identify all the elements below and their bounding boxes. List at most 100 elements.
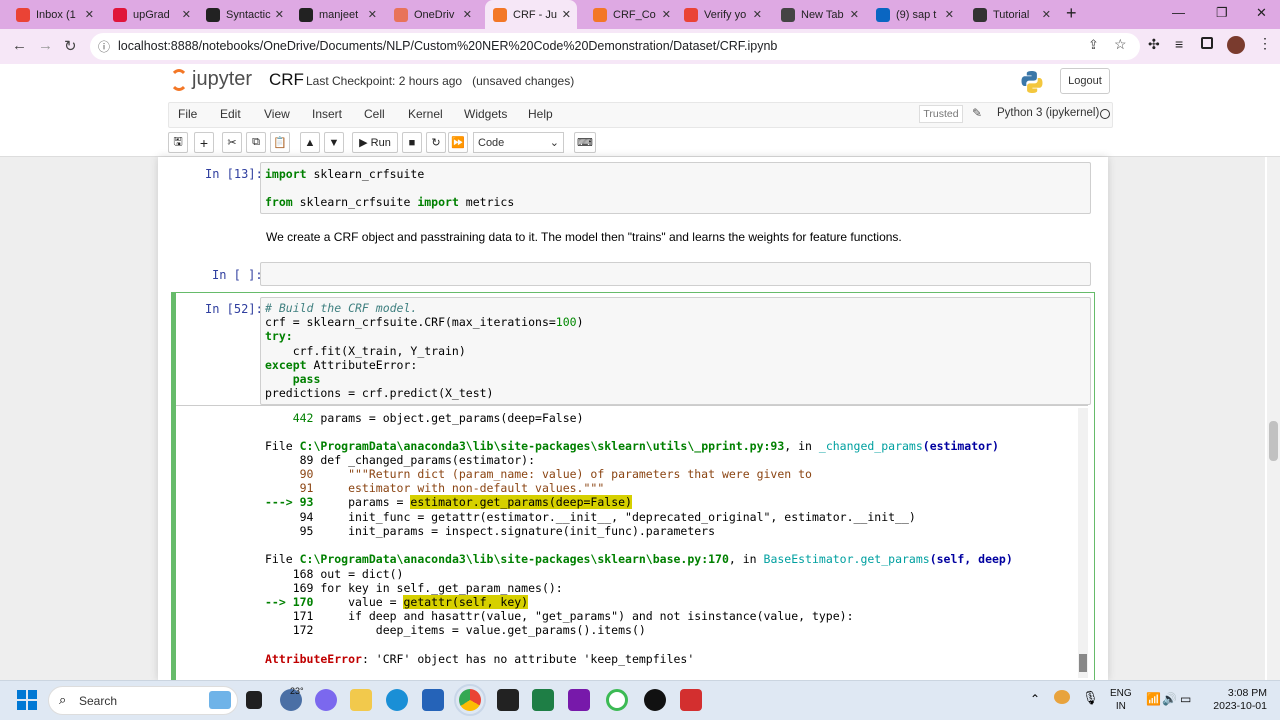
save-button[interactable]: 🖫 <box>168 132 188 153</box>
terminal-icon[interactable] <box>497 689 519 711</box>
copy-button[interactable]: ⧉ <box>246 132 266 153</box>
output-scrollbar[interactable] <box>1078 408 1088 678</box>
show-hidden-icons[interactable]: ⌃ <box>1030 692 1040 706</box>
edit-pencil-icon[interactable]: ✎ <box>972 106 982 120</box>
site-info-icon[interactable]: ⓘ <box>98 38 110 55</box>
browser-tab[interactable]: OneDriv ✕ <box>386 0 478 29</box>
store-icon[interactable] <box>422 689 444 711</box>
side-panel-icon[interactable] <box>1201 37 1213 49</box>
teams-chat-icon[interactable] <box>315 689 337 711</box>
interrupt-button[interactable]: ■ <box>402 132 422 153</box>
paste-button[interactable]: 📋 <box>270 132 290 153</box>
chrome-icon[interactable] <box>454 684 486 716</box>
menu-view[interactable]: View <box>264 107 290 121</box>
excel-icon[interactable] <box>532 689 554 711</box>
page-scrollbar[interactable] <box>1267 157 1280 680</box>
cut-button[interactable]: ✂ <box>222 132 242 153</box>
menu-kernel[interactable]: Kernel <box>408 107 443 121</box>
tab-label: (9) sap t <box>896 8 937 21</box>
menu-insert[interactable]: Insert <box>312 107 342 121</box>
browser-tab[interactable]: New Tab ✕ <box>773 0 865 29</box>
browser-tab[interactable]: (9) sap t ✕ <box>868 0 960 29</box>
close-tab-icon[interactable]: ✕ <box>463 8 472 21</box>
volume-icon[interactable]: 🔊 <box>1162 692 1177 706</box>
run-button[interactable]: ▶ Run <box>352 132 398 153</box>
browser-tab[interactable]: Syntactic ✕ <box>198 0 290 29</box>
code-cell-input[interactable] <box>260 262 1091 286</box>
share-icon[interactable]: ⇪ <box>1088 37 1099 53</box>
restart-button[interactable]: ↻ <box>426 132 446 153</box>
reload-icon[interactable]: ↻ <box>64 37 77 55</box>
insert-cell-button[interactable]: + <box>194 132 214 153</box>
close-icon[interactable]: ✕ <box>1256 5 1267 21</box>
menu-help[interactable]: Help <box>528 107 553 121</box>
close-tab-icon[interactable]: ✕ <box>85 8 94 21</box>
tray-app-icon[interactable] <box>1054 690 1070 704</box>
close-tab-icon[interactable]: ✕ <box>562 8 571 21</box>
system-clock[interactable]: 3:08 PM 2023-10-01 <box>1197 687 1267 713</box>
close-tab-icon[interactable]: ✕ <box>1042 8 1051 21</box>
notebook-name[interactable]: CRF <box>269 70 304 90</box>
code-line: import sklearn_crfsuite <box>265 167 424 181</box>
menu-cell[interactable]: Cell <box>364 107 385 121</box>
menu-file[interactable]: File <box>178 107 197 121</box>
browser-tab[interactable]: CRF_Co ✕ <box>585 0 677 29</box>
markdown-cell[interactable]: We create a CRF object and passtraining … <box>266 230 902 244</box>
file-explorer-icon[interactable] <box>350 689 372 711</box>
browser-tab[interactable]: manjeet ✕ <box>291 0 383 29</box>
maximize-icon[interactable]: ❐ <box>1216 5 1228 21</box>
reading-list-icon[interactable]: ≡ <box>1175 36 1183 52</box>
onenote-icon[interactable] <box>568 689 590 711</box>
logout-button[interactable]: Logout <box>1060 68 1110 94</box>
cell-type-select[interactable]: Code ⌄ <box>473 132 564 153</box>
menu-widgets[interactable]: Widgets <box>464 107 507 121</box>
close-tab-icon[interactable]: ✕ <box>275 8 284 21</box>
tab-label: New Tab <box>801 8 844 21</box>
task-view-icon[interactable] <box>246 691 262 709</box>
edge-icon[interactable] <box>386 689 408 711</box>
sync-app-icon[interactable] <box>606 689 628 711</box>
jupyter-logo[interactable]: jupyter <box>170 68 252 91</box>
menu-edit[interactable]: Edit <box>220 107 241 121</box>
move-up-button[interactable]: ▲ <box>300 132 320 153</box>
forward-icon[interactable]: → <box>38 37 53 54</box>
windows-start-icon[interactable] <box>17 690 37 710</box>
browser-tab[interactable]: Tutorial ✕ <box>965 0 1057 29</box>
output-scrollbar-thumb[interactable] <box>1079 654 1087 672</box>
wifi-icon[interactable]: 📶 <box>1146 692 1161 706</box>
taskbar-search[interactable]: ⌕ Search <box>48 686 238 715</box>
close-tab-icon[interactable]: ✕ <box>850 8 859 21</box>
kernel-name[interactable]: Python 3 (ipykernel) <box>997 107 1099 119</box>
trusted-badge[interactable]: Trusted <box>919 105 963 123</box>
minimize-icon[interactable]: — <box>1172 5 1185 20</box>
close-tab-icon[interactable]: ✕ <box>753 8 762 21</box>
command-palette-button[interactable]: ⌨ <box>574 132 596 153</box>
browser-tab[interactable]: upGrad ✕ <box>105 0 197 29</box>
extensions-icon[interactable]: ✣ <box>1148 36 1160 53</box>
obs-icon[interactable] <box>644 689 666 711</box>
page-scrollbar-thumb[interactable] <box>1269 421 1278 461</box>
close-tab-icon[interactable]: ✕ <box>368 8 377 21</box>
keyword: import <box>265 167 307 181</box>
code-line: predictions = crf.predict(X_test) <box>265 386 494 400</box>
browser-tab[interactable]: CRF - Ju ✕ <box>485 0 577 29</box>
browser-menu-icon[interactable]: ⋮ <box>1258 35 1272 52</box>
new-tab-button[interactable]: + <box>1066 3 1077 24</box>
profile-avatar[interactable] <box>1227 36 1245 54</box>
close-tab-icon[interactable]: ✕ <box>182 8 191 21</box>
restart-run-all-button[interactable]: ⏩ <box>448 132 468 153</box>
close-tab-icon[interactable]: ✕ <box>945 8 954 21</box>
search-highlight-icon <box>209 691 231 709</box>
browser-tab[interactable]: Inbox (1 ✕ <box>8 0 100 29</box>
browser-tab[interactable]: Verify yo ✕ <box>676 0 768 29</box>
battery-icon[interactable]: ▭ <box>1180 692 1191 706</box>
language-indicator[interactable]: ENG IN <box>1110 687 1132 713</box>
traceback-line: --> 170 value = getattr(self, key) <box>265 595 529 609</box>
microphone-icon[interactable]: 🎙 <box>1082 690 1099 706</box>
back-icon[interactable]: ← <box>12 37 27 54</box>
bookmark-star-icon[interactable]: ☆ <box>1114 36 1127 53</box>
pdf-reader-icon[interactable] <box>680 689 702 711</box>
error-text: : 'CRF' object has no attribute 'keep_te… <box>361 652 695 666</box>
close-tab-icon[interactable]: ✕ <box>662 8 671 21</box>
move-down-button[interactable]: ▼ <box>324 132 344 153</box>
